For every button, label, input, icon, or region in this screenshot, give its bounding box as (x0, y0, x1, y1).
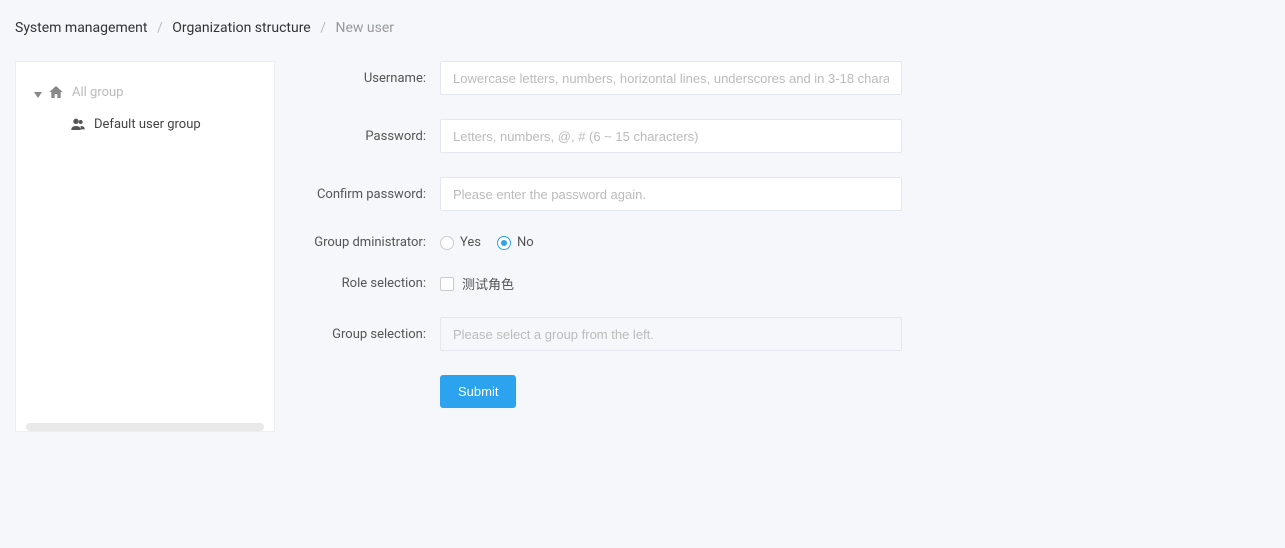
group-admin-yes-radio[interactable]: Yes (440, 235, 481, 250)
breadcrumb-separator: / (157, 20, 163, 36)
caret-down-icon[interactable] (34, 88, 42, 96)
submit-button[interactable]: Submit (440, 375, 516, 408)
breadcrumb: System management / Organization structu… (15, 20, 1270, 36)
group-admin-no-radio[interactable]: No (497, 235, 534, 250)
group-tree-sidebar: All group Default user group (15, 61, 275, 432)
new-user-form: Username: Password: Confirm password: Gr… (295, 61, 1245, 432)
role-option-checkbox[interactable]: 测试角色 (440, 274, 902, 293)
password-label: Password: (295, 129, 440, 144)
group-selection-label: Group selection: (295, 327, 440, 342)
tree-item-label: Default user group (94, 117, 201, 132)
radio-icon (497, 236, 511, 250)
group-admin-label: Group dministrator: (295, 235, 440, 250)
password-input[interactable] (440, 119, 902, 153)
tree-item-all-group[interactable]: All group (16, 80, 274, 104)
breadcrumb-separator: / (320, 20, 326, 36)
breadcrumb-item-2[interactable]: Organization structure (172, 20, 311, 36)
confirm-password-input[interactable] (440, 177, 902, 211)
users-icon (70, 116, 86, 132)
role-selection-label: Role selection: (295, 276, 440, 291)
checkbox-icon (440, 277, 454, 291)
tree-item-default-user-group[interactable]: Default user group (16, 112, 274, 136)
group-admin-radio-group: Yes No (440, 235, 902, 250)
radio-label: Yes (460, 235, 481, 250)
home-icon (48, 84, 64, 100)
group-selection-input (440, 317, 902, 351)
radio-label: No (517, 235, 534, 250)
username-label: Username: (295, 71, 440, 86)
breadcrumb-item-3: New user (335, 20, 394, 36)
radio-icon (440, 236, 454, 250)
username-input[interactable] (440, 61, 902, 95)
checkbox-label: 测试角色 (462, 274, 514, 293)
tree-item-label: All group (72, 85, 124, 100)
confirm-password-label: Confirm password: (295, 187, 440, 202)
breadcrumb-item-1[interactable]: System management (15, 20, 147, 36)
